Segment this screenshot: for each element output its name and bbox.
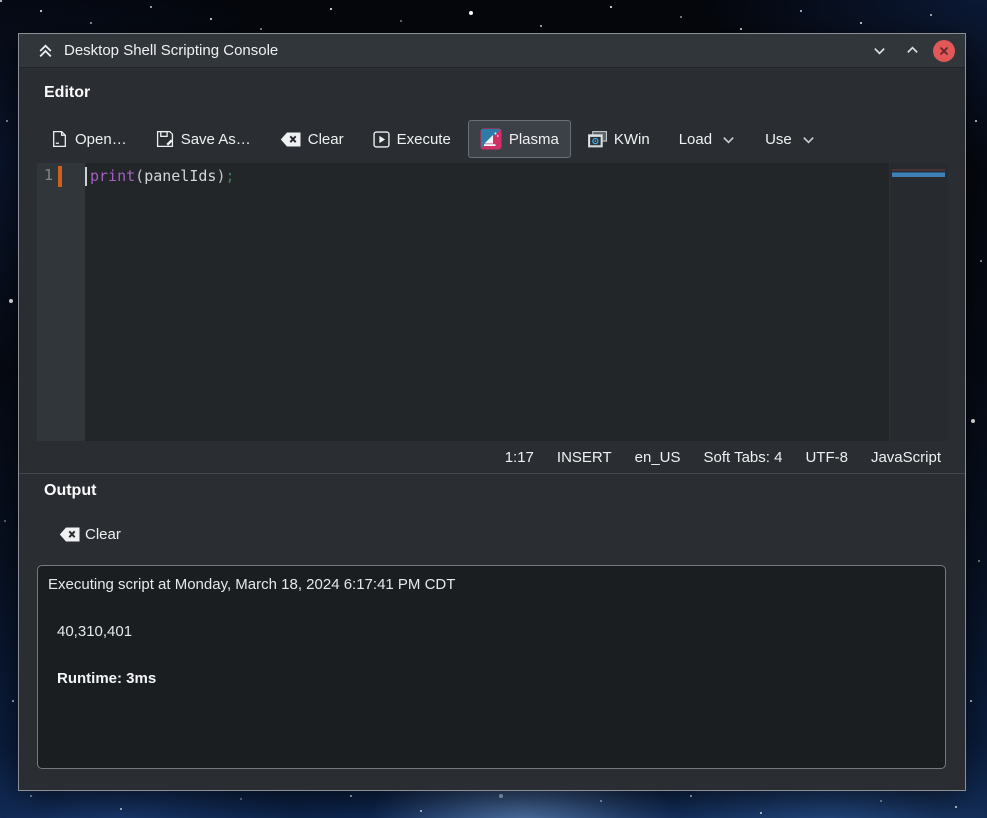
toolbar-button-label: Save As…: [181, 131, 251, 148]
chevron-down-icon: [721, 132, 736, 147]
code-token: (: [135, 167, 144, 185]
console-window: Desktop Shell Scripting Console Editor O…: [18, 33, 966, 791]
status-encoding[interactable]: UTF-8: [805, 449, 848, 466]
line-number-gutter: 1: [37, 163, 85, 441]
status-cursor-position[interactable]: 1:17: [505, 449, 534, 466]
code-token: print: [90, 167, 135, 185]
play-icon: [373, 131, 390, 148]
window-controls: [867, 39, 955, 63]
code-token: panelIds: [144, 167, 216, 185]
document-open-icon: [51, 130, 68, 148]
code-line: print(panelIds);: [90, 166, 235, 187]
output-view: Executing script at Monday, March 18, 20…: [37, 565, 946, 769]
code-token: ;: [225, 167, 234, 185]
toolbar-button-label: Open…: [75, 131, 127, 148]
modified-line-marker: [58, 166, 62, 187]
window-title: Desktop Shell Scripting Console: [64, 42, 867, 59]
minimap-modified-mark: [892, 169, 945, 171]
output-clear-label: Clear: [85, 526, 121, 543]
toolbar-button-label: Execute: [397, 131, 451, 148]
toolbar-button-load[interactable]: Load: [667, 123, 748, 156]
toolbar-button-label: Clear: [308, 131, 344, 148]
output-section-heading: Output: [44, 482, 96, 500]
status-dictionary[interactable]: en_US: [635, 449, 681, 466]
minimize-button[interactable]: [867, 39, 891, 63]
editor-toolbar: Open… Save As… Clear Execute Plasma KWin Load U…: [39, 119, 945, 159]
section-separator: [19, 473, 965, 474]
output-line: Executing script at Monday, March 18, 20…: [48, 575, 935, 594]
status-input-mode[interactable]: INSERT: [557, 449, 612, 466]
toolbar-button-kwin[interactable]: KWin: [576, 123, 662, 156]
toolbar-button-label: Plasma: [509, 131, 559, 148]
maximize-button[interactable]: [900, 39, 924, 63]
star-field: [0, 0, 2, 2]
code-editor[interactable]: 1 print(panelIds);: [37, 163, 948, 441]
backspace-icon: [280, 132, 301, 147]
toolbar-button-open[interactable]: Open…: [39, 122, 139, 156]
toolbar-button-label: Use: [765, 131, 792, 148]
close-button[interactable]: [933, 40, 955, 62]
toolbar-button-plasma[interactable]: Plasma: [468, 120, 571, 158]
title-bar[interactable]: Desktop Shell Scripting Console: [19, 34, 965, 68]
editor-status-bar: 1:17 INSERT en_US Soft Tabs: 4 UTF-8 JavaScri…: [19, 441, 965, 473]
toolbar-button-label: Load: [679, 131, 712, 148]
toolbar-button-clear[interactable]: Clear: [268, 123, 356, 156]
save-as-icon: [156, 130, 174, 148]
editor-section-heading: Editor: [44, 84, 90, 102]
toolbar-button-label: KWin: [614, 131, 650, 148]
output-clear-button[interactable]: Clear: [55, 523, 125, 546]
desktop-wallpaper: Desktop Shell Scripting Console Editor O…: [0, 0, 987, 818]
toolbar-button-use[interactable]: Use: [753, 123, 828, 156]
text-cursor: [85, 167, 87, 186]
code-text-area[interactable]: print(panelIds);: [85, 163, 889, 441]
backspace-icon: [59, 527, 80, 542]
line-number: 1: [44, 166, 53, 184]
chevron-down-icon: [801, 132, 816, 147]
toolbar-button-save-as[interactable]: Save As…: [144, 122, 263, 156]
minimap-code-line: [892, 172, 945, 177]
status-tab-settings[interactable]: Soft Tabs: 4: [704, 449, 783, 466]
kwin-icon: [588, 131, 607, 148]
status-syntax-mode[interactable]: JavaScript: [871, 449, 941, 466]
double-chevron-up-icon: [37, 42, 54, 59]
toolbar-button-execute[interactable]: Execute: [361, 123, 463, 156]
output-line: 40,310,401: [57, 622, 935, 641]
output-line: Runtime: 3ms: [57, 669, 935, 688]
plasma-icon: [480, 128, 502, 150]
scrollbar-minimap[interactable]: [889, 163, 948, 441]
